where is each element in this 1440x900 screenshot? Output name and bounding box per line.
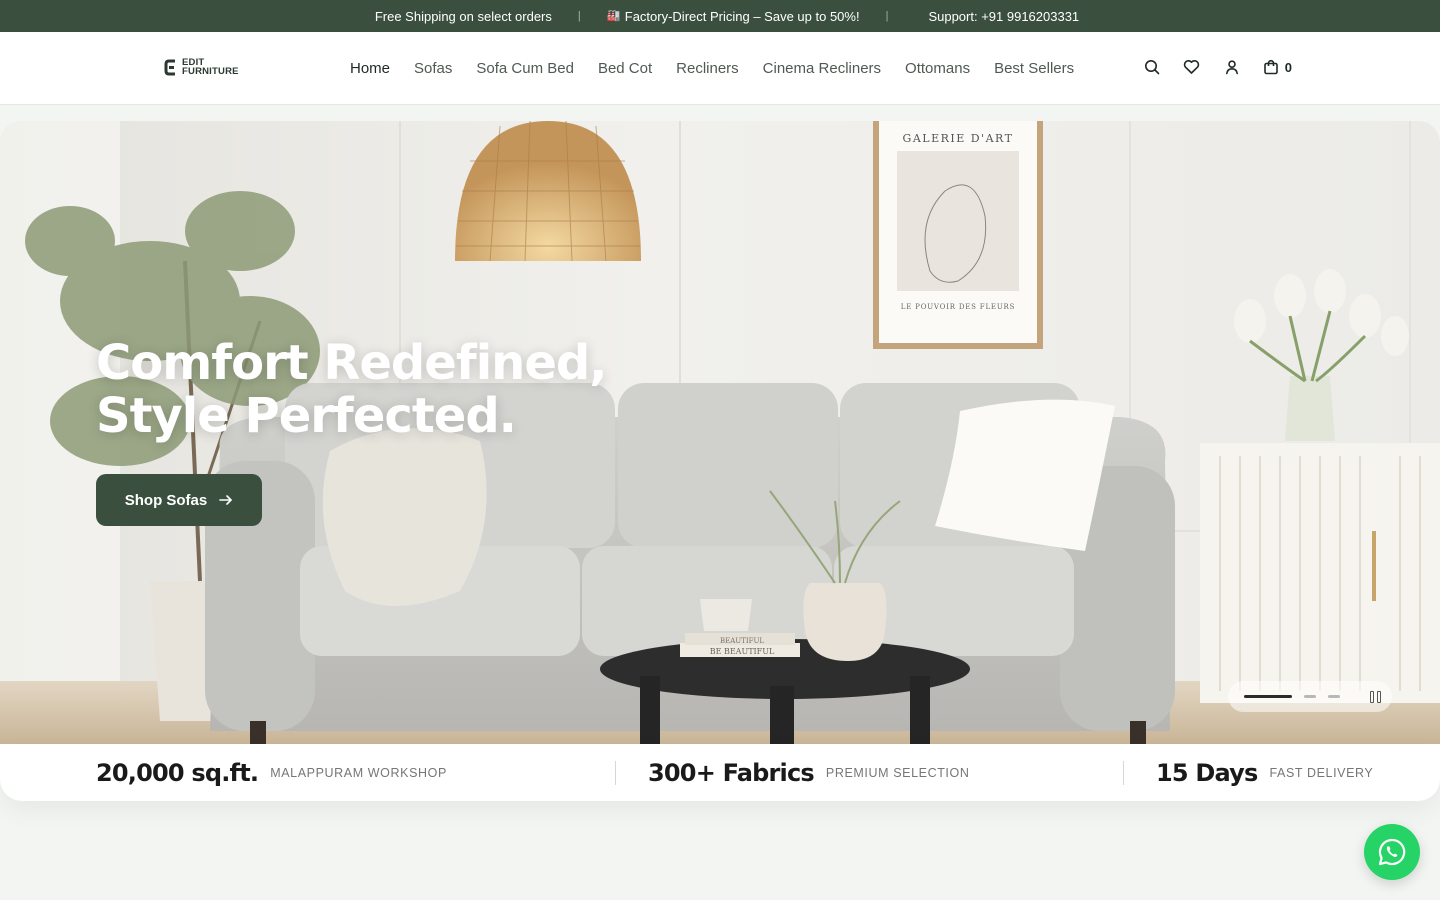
book-title-2: BEAUTIFUL bbox=[720, 637, 764, 645]
announcement-shipping: Free Shipping on select orders bbox=[361, 9, 552, 24]
announcement-pricing: 🏭 Factory-Direct Pricing – Save up to 50… bbox=[607, 9, 860, 24]
stat-workshop-value: 20,000 sq.ft. bbox=[96, 758, 259, 787]
nav-recliners[interactable]: Recliners bbox=[676, 60, 739, 77]
slide-indicator-1[interactable] bbox=[1244, 695, 1292, 698]
nav-sofa-cum-bed[interactable]: Sofa Cum Bed bbox=[476, 60, 574, 77]
hero-banner: GALERIE D'ART LE POUVOIR DES FLEURS BE B… bbox=[0, 121, 1440, 744]
stat-delivery: 15 Days FAST DELIVERY bbox=[1156, 744, 1373, 801]
stat-fabrics: 300+ Fabrics PREMIUM SELECTION bbox=[648, 744, 969, 801]
hero-title: Comfort Redefined, Style Perfected. bbox=[96, 337, 607, 443]
logo-line2: FURNITURE bbox=[182, 66, 239, 77]
announcement-pricing-text: Factory-Direct Pricing – Save up to 50%! bbox=[624, 8, 860, 24]
stat-delivery-value: 15 Days bbox=[1156, 758, 1258, 787]
cart-bag-icon bbox=[1263, 59, 1278, 75]
stat-divider bbox=[615, 761, 616, 785]
shop-sofas-label: Shop Sofas bbox=[124, 491, 208, 509]
stats-strip: 20,000 sq.ft. MALAPPURAM WORKSHOP 300+ F… bbox=[0, 744, 1440, 801]
nav-ottomans[interactable]: Ottomans bbox=[905, 60, 970, 77]
announcement-support: Support: +91 9916203331 bbox=[914, 9, 1079, 24]
factory-icon: 🏭 bbox=[606, 9, 621, 22]
whatsapp-chat-button[interactable] bbox=[1364, 824, 1420, 880]
art-caption: LE POUVOIR DES FLEURS bbox=[901, 303, 1015, 311]
nav-home[interactable]: Home bbox=[350, 60, 390, 77]
hero-title-line1: Comfort Redefined, bbox=[96, 335, 607, 391]
logo-mark-icon bbox=[164, 59, 175, 75]
nav-best-sellers[interactable]: Best Sellers bbox=[994, 60, 1074, 77]
announcement-separator: | bbox=[577, 10, 581, 22]
nav-sofas[interactable]: Sofas bbox=[414, 60, 452, 77]
search-button[interactable] bbox=[1143, 58, 1161, 76]
phone-icon bbox=[914, 11, 924, 22]
nav-bed-cot[interactable]: Bed Cot bbox=[598, 60, 652, 77]
wishlist-heart-icon bbox=[1184, 60, 1200, 74]
pause-icon[interactable] bbox=[1370, 690, 1381, 703]
account-user-icon bbox=[1225, 60, 1238, 75]
stat-workshop-label: MALAPPURAM WORKSHOP bbox=[270, 765, 447, 780]
whatsapp-icon bbox=[1378, 838, 1406, 866]
site-header: EDIT FURNITURE Home Sofas Sofa Cum Bed B… bbox=[0, 32, 1440, 105]
stat-divider bbox=[1123, 761, 1124, 785]
search-icon bbox=[1144, 60, 1160, 75]
announcement-support-text: Support: +91 9916203331 bbox=[928, 8, 1080, 24]
brand-logo[interactable]: EDIT FURNITURE bbox=[164, 58, 239, 76]
slide-indicator-3[interactable] bbox=[1328, 695, 1340, 698]
main-nav: Home Sofas Sofa Cum Bed Bed Cot Recliner… bbox=[350, 32, 1074, 104]
nav-cinema-recliners[interactable]: Cinema Recliners bbox=[763, 60, 881, 77]
stat-workshop: 20,000 sq.ft. MALAPPURAM WORKSHOP bbox=[96, 744, 447, 801]
header-actions: 0 bbox=[1143, 58, 1292, 76]
slider-controls bbox=[1228, 681, 1392, 712]
logo-wordmark: EDIT FURNITURE bbox=[182, 58, 239, 77]
stat-fabrics-label: PREMIUM SELECTION bbox=[825, 765, 970, 780]
announcement-separator: | bbox=[885, 10, 889, 22]
stat-fabrics-value: 300+ Fabrics bbox=[648, 758, 815, 787]
stat-delivery-label: FAST DELIVERY bbox=[1269, 765, 1374, 780]
delivery-truck-icon bbox=[361, 11, 371, 22]
cart-button[interactable]: 0 bbox=[1263, 59, 1292, 75]
announcement-bar: Free Shipping on select orders | 🏭 Facto… bbox=[0, 0, 1440, 32]
account-button[interactable] bbox=[1223, 58, 1241, 76]
cart-count: 0 bbox=[1284, 59, 1292, 75]
announcement-shipping-text: Free Shipping on select orders bbox=[374, 8, 552, 24]
book-title-1: BE BEAUTIFUL bbox=[710, 647, 775, 656]
slide-indicator-2[interactable] bbox=[1304, 695, 1316, 698]
shop-sofas-button[interactable]: Shop Sofas bbox=[96, 474, 262, 526]
wishlist-button[interactable] bbox=[1183, 58, 1201, 76]
art-title: GALERIE D'ART bbox=[903, 132, 1014, 145]
arrow-right-icon bbox=[219, 495, 233, 505]
hero-title-line2: Style Perfected. bbox=[96, 388, 517, 444]
